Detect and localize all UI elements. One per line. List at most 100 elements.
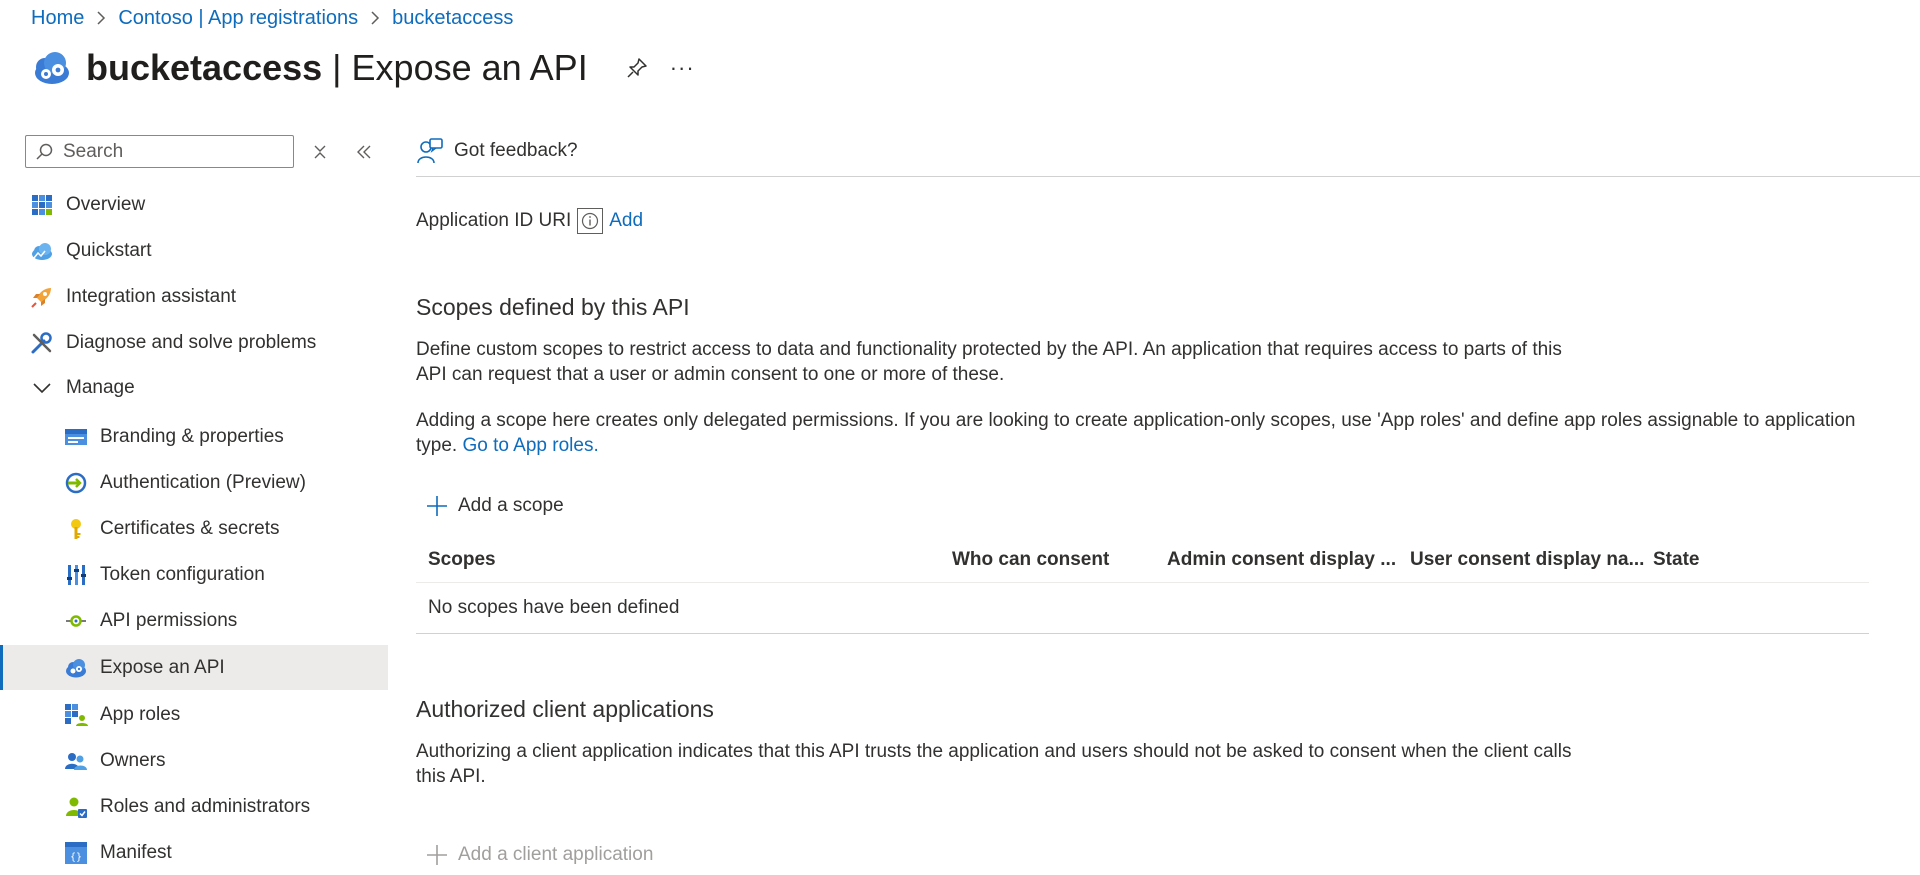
column-header-who-can-consent[interactable]: Who can consent <box>952 538 1109 582</box>
add-scope-label: Add a scope <box>458 495 564 516</box>
sidebar-item-owners[interactable]: Owners <box>0 738 388 783</box>
sidebar-item-app-roles[interactable]: App roles <box>0 692 388 737</box>
scopes-description-line1: Define custom scopes to restrict access … <box>416 339 1562 360</box>
sidebar-item-diagnose[interactable]: Diagnose and solve problems <box>0 320 388 365</box>
application-id-uri-label: Application ID URI <box>416 210 572 231</box>
authorized-clients-description: Authorizing a client application indicat… <box>416 739 1571 789</box>
sidebar-item-label: Quickstart <box>66 239 152 261</box>
rocket-icon <box>30 285 54 309</box>
pin-icon[interactable] <box>624 55 650 81</box>
plus-icon <box>426 844 448 866</box>
scopes-description-line2: API can request that a user or admin con… <box>416 364 1005 385</box>
owners-icon <box>64 749 88 773</box>
sidebar-item-label: Manifest <box>100 841 172 863</box>
column-header-scopes[interactable]: Scopes <box>428 538 496 582</box>
scopes-note-prefix: type. <box>416 435 458 456</box>
sidebar-item-label: Token configuration <box>100 563 265 585</box>
collapse-sidebar-icon[interactable] <box>352 140 376 164</box>
breadcrumb-home[interactable]: Home <box>31 7 84 30</box>
add-client-application-button[interactable]: Add a client application <box>426 840 653 870</box>
sidebar-item-label: Overview <box>66 193 146 215</box>
quickstart-cloud-icon <box>30 239 54 263</box>
sidebar-item-expose-an-api[interactable]: Expose an API <box>0 645 388 690</box>
page-header: bucketaccess | Expose an API ··· <box>28 44 695 92</box>
sidebar-item-overview[interactable]: Overview <box>0 182 388 227</box>
api-permissions-icon <box>64 609 88 633</box>
sidebar-item-token-configuration[interactable]: Token configuration <box>0 552 388 597</box>
column-header-state[interactable]: State <box>1653 538 1699 582</box>
sidebar-item-manifest[interactable]: {} Manifest <box>0 830 388 875</box>
scopes-table: Scopes Who can consent Admin consent dis… <box>416 538 1869 634</box>
sidebar-item-label: Roles and administrators <box>100 795 311 817</box>
chevron-right-icon <box>370 11 380 25</box>
roles-admin-icon <box>64 795 88 819</box>
breadcrumb-bucketaccess[interactable]: bucketaccess <box>392 7 513 30</box>
sidebar-item-quickstart[interactable]: Quickstart <box>0 228 388 273</box>
cloud-gear-icon <box>28 45 74 91</box>
authorized-description-line1: Authorizing a client application indicat… <box>416 741 1572 762</box>
scopes-description: Define custom scopes to restrict access … <box>416 337 1562 387</box>
application-id-uri-row: Application ID URI Add <box>416 208 643 234</box>
authentication-icon <box>64 471 88 495</box>
sidebar-group-manage[interactable]: Manage <box>0 365 388 410</box>
feedback-icon <box>416 137 444 165</box>
scopes-table-header: Scopes Who can consent Admin consent dis… <box>416 538 1869 583</box>
authorized-description-line2: this API. <box>416 766 486 787</box>
empty-scopes-message: No scopes have been defined <box>428 597 680 618</box>
add-application-id-uri-link[interactable]: Add <box>609 210 643 232</box>
page-title-separator: | <box>322 47 352 88</box>
sidebar-item-label: Expose an API <box>100 656 225 678</box>
scopes-section-title: Scopes defined by this API <box>416 294 690 320</box>
app-roles-icon <box>64 703 88 727</box>
wrench-icon <box>30 331 54 355</box>
info-icon[interactable] <box>577 208 604 234</box>
collapse-all-icon[interactable] <box>308 140 332 164</box>
svg-text:{}: {} <box>70 852 82 863</box>
sidebar-item-roles-administrators[interactable]: Roles and administrators <box>0 784 388 829</box>
scopes-note-line1: Adding a scope here creates only delegat… <box>416 410 1856 431</box>
more-options-button[interactable]: ··· <box>670 55 695 81</box>
authorized-clients-title: Authorized client applications <box>416 696 714 722</box>
manifest-icon: {} <box>64 841 88 865</box>
sidebar-item-certificates[interactable]: Certificates & secrets <box>0 506 388 551</box>
feedback-label: Got feedback? <box>454 140 578 161</box>
sidebar-item-api-permissions[interactable]: API permissions <box>0 598 388 643</box>
add-client-application-label: Add a client application <box>458 844 654 865</box>
column-header-user-consent-display[interactable]: User consent display na... <box>1410 538 1644 582</box>
sidebar-item-label: Branding & properties <box>100 425 284 447</box>
sidebar-item-authentication[interactable]: Authentication (Preview) <box>0 460 388 505</box>
column-header-admin-consent-display[interactable]: Admin consent display ... <box>1167 538 1396 582</box>
feedback-button[interactable]: Got feedback? <box>416 134 578 168</box>
go-to-app-roles-link[interactable]: Go to App roles. <box>462 435 598 456</box>
scopes-note: Adding a scope here creates only delegat… <box>416 408 1855 458</box>
chevron-down-icon <box>30 376 54 400</box>
table-row: No scopes have been defined <box>416 583 1869 634</box>
sidebar-item-integration-assistant[interactable]: Integration assistant <box>0 274 388 319</box>
chevron-right-icon <box>96 11 106 25</box>
page-title-section: Expose an API <box>351 47 588 88</box>
add-scope-button[interactable]: Add a scope <box>426 491 564 521</box>
sidebar-item-label: Manage <box>66 376 135 398</box>
plus-icon <box>426 495 448 517</box>
sidebar-item-label: API permissions <box>100 609 238 631</box>
sidebar-item-label: Diagnose and solve problems <box>66 331 317 353</box>
page-title: bucketaccess | Expose an API <box>86 47 588 89</box>
page-title-app: bucketaccess <box>86 47 323 88</box>
breadcrumb-app-registrations[interactable]: Contoso | App registrations <box>118 7 358 30</box>
sidebar-item-label: Authentication (Preview) <box>100 471 306 493</box>
breadcrumb: Home Contoso | App registrations bucketa… <box>31 5 513 31</box>
branding-icon <box>64 425 88 449</box>
key-icon <box>64 517 88 541</box>
sidebar-item-label: Integration assistant <box>66 285 237 307</box>
sidebar-search[interactable] <box>25 135 294 168</box>
sidebar-item-label: Owners <box>100 749 166 771</box>
overview-grid-icon <box>30 193 54 217</box>
cloud-gear-icon <box>64 656 88 680</box>
sidebar-item-branding[interactable]: Branding & properties <box>0 414 388 459</box>
sidebar-item-label: Certificates & secrets <box>100 517 280 539</box>
token-bars-icon <box>64 563 88 587</box>
search-input[interactable] <box>61 139 285 164</box>
search-icon <box>35 143 53 161</box>
sidebar-item-label: App roles <box>100 703 181 725</box>
toolbar-divider <box>416 176 1920 177</box>
